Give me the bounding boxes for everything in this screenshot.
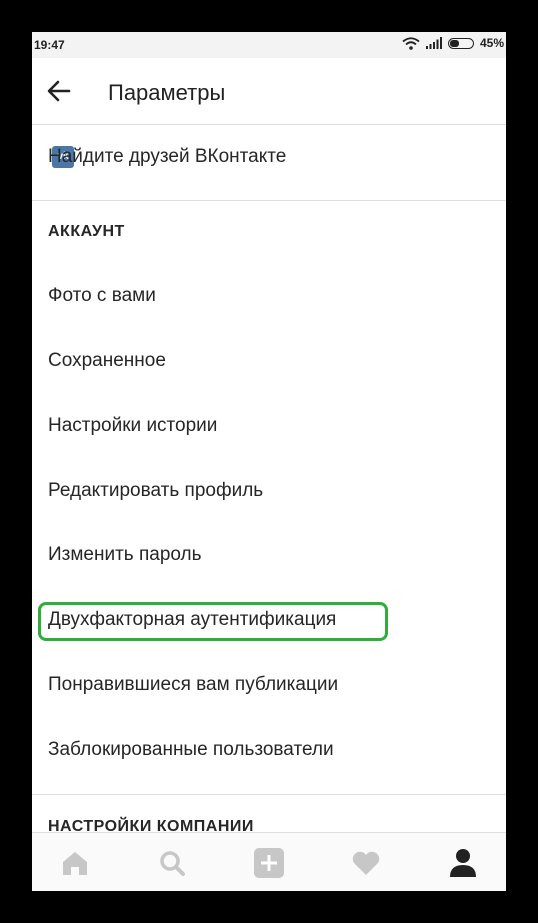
menu-item-label: Настройки истории	[48, 415, 218, 436]
settings-screen: 19:47 45% Параметры vk Найдите друзей ВК…	[32, 32, 506, 891]
battery-percent: 45%	[479, 36, 504, 50]
back-arrow-icon[interactable]	[44, 76, 74, 106]
signal-icon	[425, 37, 442, 49]
highlight-box	[38, 602, 388, 641]
menu-item-label: Сохраненное	[48, 350, 166, 371]
add-icon[interactable]	[252, 847, 286, 879]
menu-item-label: Редактировать профиль	[48, 480, 264, 501]
profile-icon[interactable]	[446, 847, 480, 879]
find-vk-friends-label: Найдите друзей ВКонтакте	[48, 146, 287, 167]
battery-icon	[447, 37, 474, 49]
home-icon[interactable]	[58, 847, 92, 879]
menu-item-label: Заблокированные пользователи	[48, 739, 334, 760]
account-section-heading: АККАУНТ	[48, 223, 125, 240]
status-time: 19:47	[34, 38, 65, 52]
menu-item-change-password[interactable]: Изменить пароль	[32, 544, 506, 584]
menu-item-label: Изменить пароль	[48, 544, 202, 565]
wifi-icon	[402, 36, 420, 50]
menu-item-photos-of-you[interactable]: Фото с вами	[32, 285, 506, 325]
page-title: Параметры	[108, 80, 226, 105]
menu-item-label: Фото с вами	[48, 285, 156, 306]
menu-item-label: Понравившиеся вам публикации	[48, 674, 339, 695]
status-icons: 45%	[402, 36, 504, 50]
menu-item-story-settings[interactable]: Настройки истории	[32, 415, 506, 455]
status-bar: 19:47 45%	[32, 32, 506, 58]
menu-item-edit-profile[interactable]: Редактировать профиль	[32, 480, 506, 520]
bottom-nav	[32, 832, 506, 891]
search-icon[interactable]	[155, 847, 189, 879]
menu-item-liked-posts[interactable]: Понравившиеся вам публикации	[32, 674, 506, 714]
section-divider	[32, 794, 506, 795]
menu-item-blocked-users[interactable]: Заблокированные пользователи	[32, 739, 506, 779]
app-bar: Параметры	[32, 58, 506, 125]
find-vk-friends-item[interactable]: vk Найдите друзей ВКонтакте	[32, 124, 506, 201]
heart-icon[interactable]	[349, 847, 383, 879]
menu-item-saved[interactable]: Сохраненное	[32, 350, 506, 390]
